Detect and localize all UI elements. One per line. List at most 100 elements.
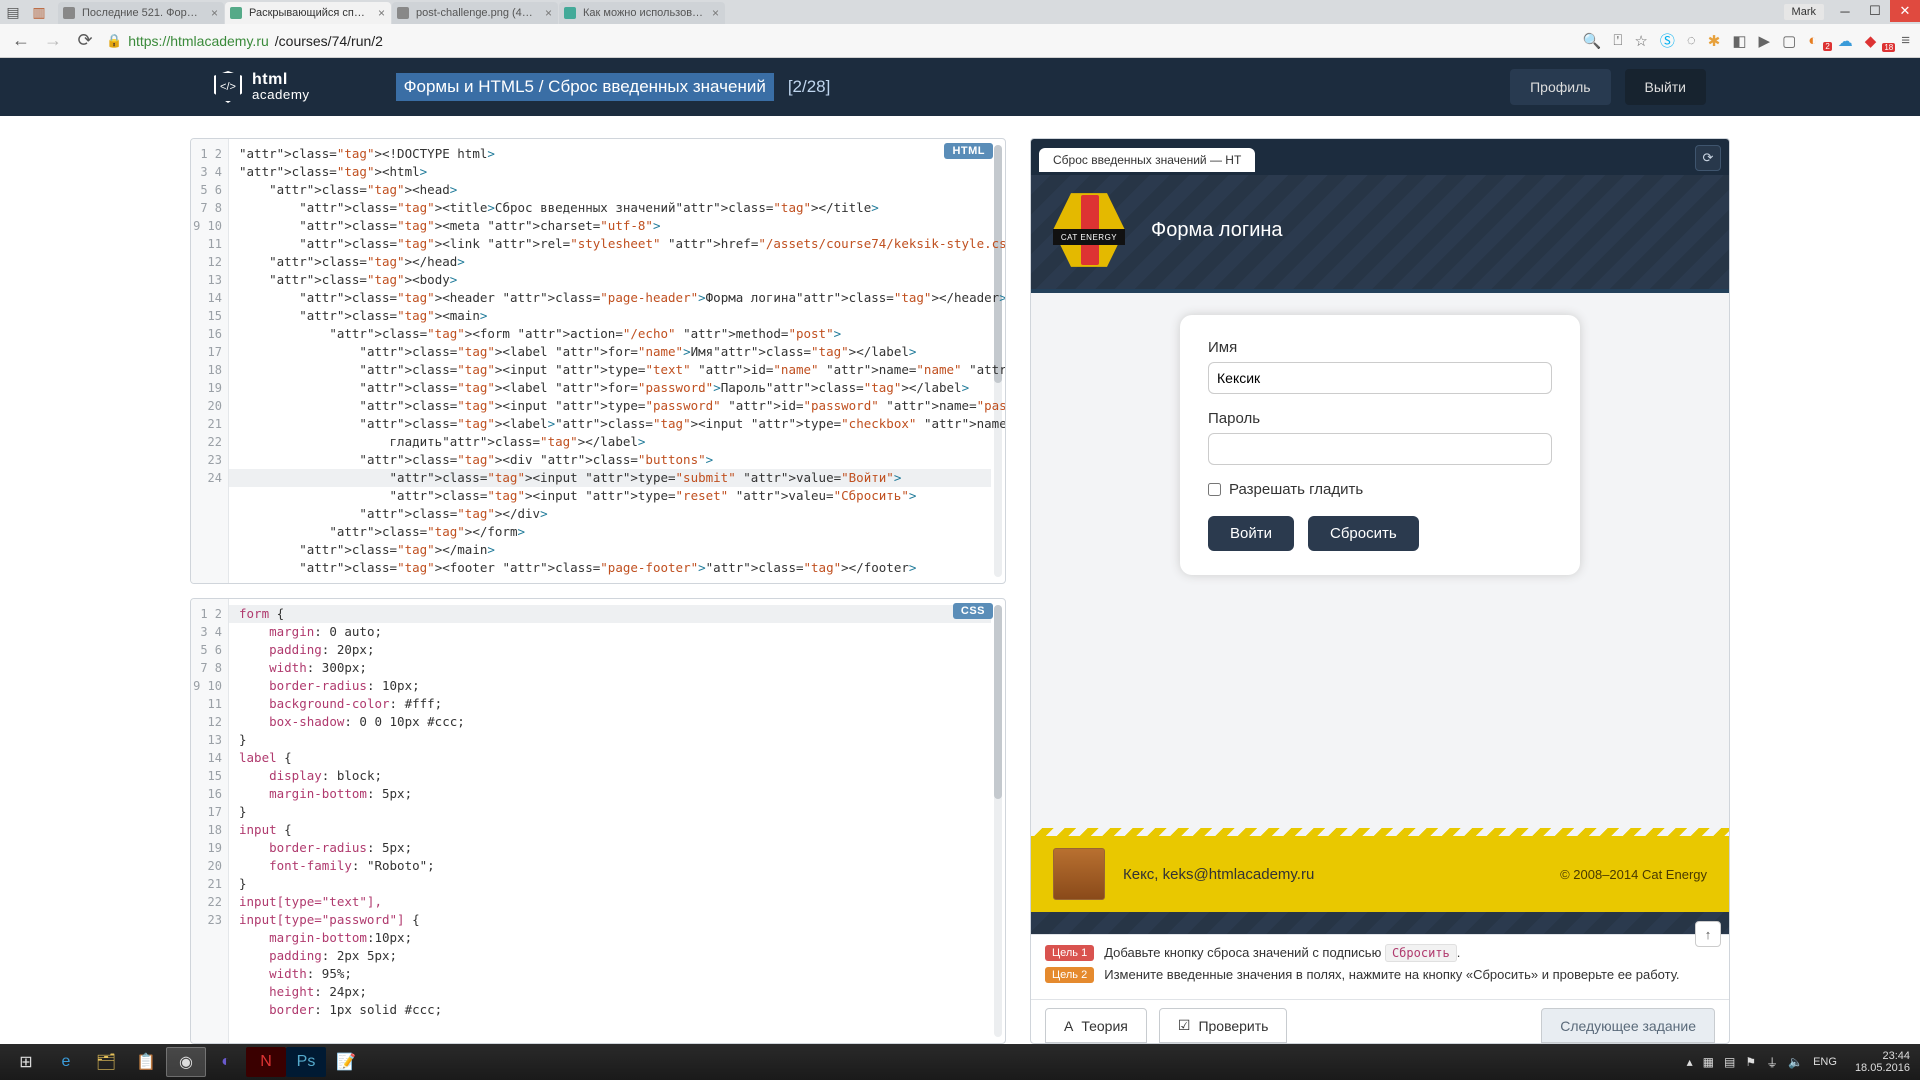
- next-task-button[interactable]: Следующее задание: [1541, 1008, 1715, 1043]
- tab-close-icon[interactable]: ×: [712, 6, 719, 20]
- site-header: </> htmlacademy Формы и HTML5 / Сброс вв…: [0, 58, 1920, 116]
- scroll-up-button[interactable]: ↑: [1695, 921, 1721, 947]
- taskbar-app[interactable]: 📋: [126, 1047, 166, 1077]
- form-buttons: Войти Сбросить: [1208, 516, 1552, 551]
- taskbar-app-eclipse[interactable]: ◐: [206, 1047, 246, 1077]
- menu-icon[interactable]: ≡: [1901, 32, 1910, 49]
- font-icon: A: [1064, 1018, 1073, 1034]
- window-minimize-button[interactable]: ─: [1830, 0, 1860, 22]
- taskbar-app-ie[interactable]: e: [46, 1047, 86, 1077]
- line-gutter: 1 2 3 4 5 6 7 8 9 10 11 12 13 14 15 16 1…: [191, 599, 229, 1043]
- tray-network-icon[interactable]: ⏚: [1766, 1054, 1778, 1071]
- favicon-icon: [397, 7, 409, 19]
- logo-text: htmlacademy: [252, 72, 310, 101]
- tab-overflow-icon-2[interactable]: ▥: [26, 1, 52, 23]
- skype-icon[interactable]: Ⓢ: [1660, 30, 1675, 51]
- goal-2: Цель 2 Измените введенные значения в пол…: [1045, 967, 1715, 983]
- theory-button[interactable]: AТеория: [1045, 1008, 1147, 1043]
- footer-copyright: © 2008–2014 Cat Energy: [1560, 867, 1707, 882]
- editor-column: HTML 1 2 3 4 5 6 7 8 9 10 11 12 13 14 15…: [190, 138, 1006, 1044]
- tray-volume-icon[interactable]: 🔈: [1788, 1055, 1803, 1069]
- lock-icon: 🔒: [106, 33, 122, 49]
- ext-badge: 2: [1823, 42, 1831, 51]
- ext-icon[interactable]: ✱: [1708, 32, 1721, 50]
- ext-icon[interactable]: ◧: [1732, 32, 1746, 50]
- goals-panel: ↑ Цель 1 Добавьте кнопку сброса значений…: [1031, 934, 1729, 999]
- lesson-title: Формы и HTML5 / Сброс введенных значений: [396, 73, 774, 101]
- name-input[interactable]: [1208, 362, 1552, 394]
- ext-icon[interactable]: ▶: [1759, 32, 1771, 50]
- browser-tab-prefix: ▤ ▥: [0, 0, 52, 24]
- favicon-icon: [230, 7, 242, 19]
- start-button[interactable]: ⊞: [6, 1047, 46, 1077]
- taskbar-app-npp[interactable]: 📝: [326, 1047, 366, 1077]
- goal-1: Цель 1 Добавьте кнопку сброса значений с…: [1045, 945, 1715, 961]
- profile-button[interactable]: Профиль: [1510, 69, 1610, 105]
- footer-band: [1031, 912, 1729, 934]
- address-bar[interactable]: 🔒 https://htmlacademy.ru/courses/74/run/…: [106, 33, 1573, 49]
- browser-tab-active[interactable]: Раскрывающийся списо…×: [225, 2, 391, 24]
- translate-icon[interactable]: ⍞: [1613, 32, 1622, 49]
- reload-icon[interactable]: ⟳: [74, 30, 96, 51]
- taskbar-app-explorer[interactable]: 🗂: [86, 1047, 126, 1077]
- preview-reload-button[interactable]: ⟳: [1695, 145, 1721, 171]
- tray-arrow-icon[interactable]: ▴: [1687, 1055, 1693, 1069]
- system-tray: ▴ ▦ ▤ ⚑ ⏚ 🔈 ENG 23:44 18.05.2016: [1687, 1050, 1914, 1074]
- tray-language[interactable]: ENG: [1813, 1056, 1837, 1068]
- preview-body: CAT ENERGY Форма логина Имя Пароль Разре…: [1031, 175, 1729, 934]
- ext-icon[interactable]: ☁: [1838, 32, 1853, 50]
- site-logo[interactable]: </> htmlacademy: [214, 71, 310, 103]
- logout-button[interactable]: Выйти: [1625, 69, 1706, 105]
- tray-clock[interactable]: 23:44 18.05.2016: [1855, 1050, 1910, 1074]
- tray-time: 23:44: [1855, 1050, 1910, 1062]
- reset-button[interactable]: Сбросить: [1308, 516, 1419, 551]
- ext-icon[interactable]: ◌: [1687, 32, 1696, 49]
- taskbar-app[interactable]: N: [246, 1047, 286, 1077]
- html-editor[interactable]: HTML 1 2 3 4 5 6 7 8 9 10 11 12 13 14 15…: [190, 138, 1006, 584]
- browser-tab[interactable]: Последние 521. Формы …×: [58, 2, 224, 24]
- logo-band: CAT ENERGY: [1053, 229, 1125, 245]
- back-icon[interactable]: ←: [10, 30, 32, 51]
- browser-tab[interactable]: post-challenge.png (40×… ×: [392, 2, 558, 24]
- check-icon: ☑: [1178, 1017, 1191, 1034]
- tray-flag-icon[interactable]: ⚑: [1745, 1055, 1756, 1069]
- tab-close-icon[interactable]: ×: [378, 6, 385, 20]
- ext-icon[interactable]: ◐2: [1808, 32, 1826, 49]
- url-path: /courses/74/run/2: [275, 33, 383, 49]
- code-area[interactable]: form { margin: 0 auto; padding: 20px; wi…: [229, 599, 1005, 1043]
- browser-tab[interactable]: Как можно использоват… ×: [559, 2, 725, 24]
- tab-overflow-icon[interactable]: ▤: [0, 1, 26, 23]
- ext-badge: 18: [1882, 43, 1895, 52]
- ext-icon[interactable]: ▢: [1782, 32, 1796, 50]
- allow-checkbox[interactable]: [1208, 483, 1221, 496]
- zoom-icon[interactable]: 🔍: [1583, 32, 1602, 50]
- preview-page-header: CAT ENERGY Форма логина: [1031, 175, 1729, 293]
- tray-date: 18.05.2016: [1855, 1062, 1910, 1074]
- browser-tab-label: post-challenge.png (40×…: [416, 7, 536, 19]
- cat-energy-logo: CAT ENERGY: [1053, 189, 1125, 271]
- taskbar-app-chrome[interactable]: ◉: [166, 1047, 206, 1077]
- submit-button[interactable]: Войти: [1208, 516, 1294, 551]
- preview-tab[interactable]: Сброс введенных значений — HT: [1039, 148, 1255, 172]
- chrome-user-badge[interactable]: Mark: [1784, 4, 1824, 20]
- tray-icon[interactable]: ▤: [1724, 1055, 1735, 1069]
- browser-tab-label: Как можно использоват…: [583, 7, 703, 19]
- window-maximize-button[interactable]: ☐: [1860, 0, 1890, 22]
- browser-toolbar: ← → ⟳ 🔒 https://htmlacademy.ru/courses/7…: [0, 24, 1920, 58]
- tab-close-icon[interactable]: ×: [211, 6, 218, 20]
- check-button[interactable]: ☑Проверить: [1159, 1008, 1288, 1043]
- tray-icon[interactable]: ▦: [1703, 1055, 1714, 1069]
- ext-icon[interactable]: ◆18: [1865, 32, 1889, 50]
- taskbar-app-ps[interactable]: Ps: [286, 1047, 326, 1077]
- extension-icons: 🔍 ⍞ ☆ Ⓢ ◌ ✱ ◧ ▶ ▢ ◐2 ☁ ◆18 ≡: [1583, 30, 1910, 51]
- password-input[interactable]: [1208, 433, 1552, 465]
- window-close-button[interactable]: ✕: [1890, 0, 1920, 22]
- code-area[interactable]: "attr">class="tag"><!DOCTYPE html> "attr…: [229, 139, 1005, 583]
- star-icon[interactable]: ☆: [1634, 32, 1647, 50]
- tab-close-icon[interactable]: ×: [545, 6, 552, 20]
- forward-icon[interactable]: →: [42, 30, 64, 51]
- preview-tabbar: Сброс введенных значений — HT ⟳: [1031, 139, 1729, 175]
- password-label: Пароль: [1208, 410, 1552, 427]
- allow-checkbox-label[interactable]: Разрешать гладить: [1208, 481, 1552, 498]
- css-editor[interactable]: CSS 1 2 3 4 5 6 7 8 9 10 11 12 13 14 15 …: [190, 598, 1006, 1044]
